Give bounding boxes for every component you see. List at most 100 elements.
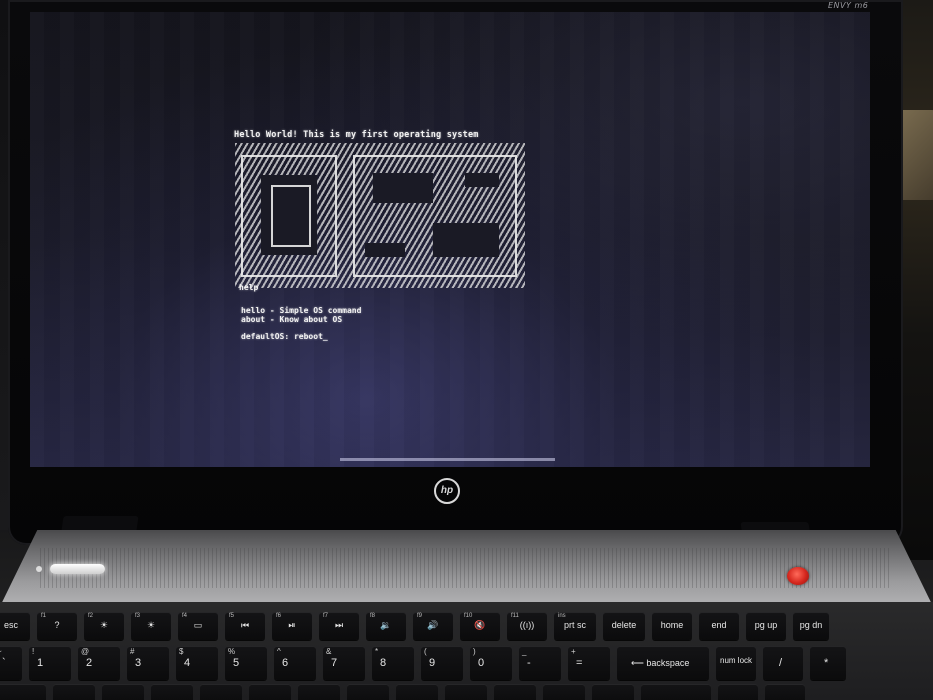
key-label: 2 — [86, 657, 93, 669]
key-equals[interactable]: + = — [568, 646, 610, 680]
key-f3[interactable]: f3 ☀ — [131, 612, 171, 640]
power-button[interactable] — [787, 567, 809, 585]
key-fn-label: f9 — [417, 613, 423, 619]
key-3[interactable]: #3 — [127, 646, 169, 680]
key-label: 1 — [37, 657, 44, 669]
key-i[interactable] — [396, 684, 438, 700]
key-fn-label: f10 — [464, 613, 473, 619]
key-shift-label: * — [375, 647, 379, 656]
key-backspace[interactable]: ⟵ backspace — [617, 646, 709, 680]
key-shift-label: @ — [81, 647, 90, 656]
key-f2[interactable]: f2 ☀ — [84, 612, 124, 640]
key-bracket-right[interactable] — [592, 684, 634, 700]
key-delete[interactable]: delete — [603, 612, 645, 640]
key-end[interactable]: end — [699, 612, 739, 640]
key-shift-label: + — [571, 647, 576, 656]
model-label: ENVY m6 — [828, 1, 869, 10]
key-7[interactable]: & 7 — [323, 646, 365, 680]
speaker-grille — [40, 548, 890, 588]
key-0[interactable]: ) 0 — [470, 646, 512, 680]
function-key-row: esc f1? f2 ☀ f3 ☀ f4 ▭ f5 ⏮ f6 ⏯ f7 ⏭ f8 🔉 f9 🔊 … — [0, 612, 829, 644]
key-shift-label: ~ — [0, 647, 2, 656]
key-fn-label: f8 — [370, 613, 376, 619]
key-f9[interactable]: f9 🔊 — [413, 612, 453, 640]
key-fn-label: f6 — [276, 613, 282, 619]
key-o[interactable] — [445, 684, 487, 700]
key-6[interactable]: ^ 6 — [274, 646, 316, 680]
volume-down-icon: 🔉 — [380, 620, 392, 630]
brightness-down-icon: ☀ — [99, 620, 109, 630]
key-asterisk[interactable]: * — [810, 646, 846, 680]
key-w[interactable] — [102, 684, 144, 700]
brightness-up-icon: ☀ — [146, 620, 156, 630]
key-label: 7 — [331, 657, 338, 669]
key-4[interactable]: $4 — [176, 646, 218, 680]
key-f6[interactable]: f6 ⏯ — [272, 612, 312, 640]
key-bracket-left[interactable] — [543, 684, 585, 700]
key-y[interactable] — [298, 684, 340, 700]
terminal-prompt[interactable]: defaultOS: reboot_ — [241, 332, 328, 341]
key-backtick[interactable]: ~` — [0, 646, 22, 680]
key-f10[interactable]: f10 🔇 — [460, 612, 500, 640]
key-5[interactable]: % 5 — [225, 646, 267, 680]
key-label: 6 — [282, 657, 289, 669]
key-label: = — [576, 657, 583, 669]
key-f4[interactable]: f4 ▭ — [178, 612, 218, 640]
key-label: ? — [54, 620, 60, 630]
key-r[interactable] — [200, 684, 242, 700]
key-u[interactable] — [347, 684, 389, 700]
key-fn-label: f1 — [41, 613, 47, 619]
key-num8[interactable] — [765, 684, 805, 700]
key-tab[interactable] — [0, 684, 46, 700]
key-minus[interactable]: _ - — [519, 646, 561, 680]
key-8[interactable]: * 8 — [372, 646, 414, 680]
terminal-cmd-about: about - Know about OS — [241, 315, 343, 324]
screen-glare — [340, 458, 555, 461]
key-shift-label: & — [326, 647, 332, 656]
key-f7[interactable]: f7 ⏭ — [319, 612, 359, 640]
key-slash[interactable]: / — [763, 646, 803, 680]
key-backslash[interactable] — [641, 684, 711, 700]
key-label: 4 — [184, 657, 191, 669]
key-fn-label: f5 — [229, 613, 235, 619]
key-t[interactable] — [249, 684, 291, 700]
key-pg-dn[interactable]: pg dn — [793, 612, 829, 640]
key-9[interactable]: (9 — [421, 646, 463, 680]
key-2[interactable]: @2 — [78, 646, 120, 680]
power-indicator-light — [50, 564, 105, 574]
key-num7[interactable] — [718, 684, 758, 700]
volume-up-icon: 🔊 — [427, 620, 439, 630]
key-p[interactable] — [494, 684, 536, 700]
key-esc[interactable]: esc — [0, 612, 30, 640]
key-label: ` — [2, 657, 6, 669]
key-shift-label: ( — [424, 647, 427, 656]
key-label: home — [660, 620, 684, 630]
play-pause-icon: ⏯ — [288, 620, 296, 630]
laptop-screen: Hello World! This is my first operating … — [30, 12, 870, 467]
ascii-os-logo — [235, 143, 525, 288]
key-pg-up[interactable]: pg up — [746, 612, 786, 640]
key-f1[interactable]: f1? — [37, 612, 77, 640]
key-label: pg up — [754, 620, 778, 630]
key-label: pg dn — [799, 620, 823, 630]
terminal-help-line: help — [239, 283, 259, 292]
key-label: esc — [3, 620, 18, 630]
key-shift-label: # — [130, 647, 135, 656]
key-prt-sc[interactable]: ins prt sc — [554, 612, 596, 640]
key-f5[interactable]: f5 ⏮ — [225, 612, 265, 640]
key-e[interactable] — [151, 684, 193, 700]
number-key-row: ~` !1 @2 #3 $4 %5 ^6 &7 *8 (9 )0 _- += ⟵… — [0, 646, 846, 680]
key-f8[interactable]: f8 🔉 — [366, 612, 406, 640]
key-label: 3 — [135, 657, 142, 669]
terminal-hello-line: Hello World! This is my first operating … — [234, 130, 479, 140]
key-shift-label: % — [228, 647, 236, 656]
key-home[interactable]: home — [652, 612, 692, 640]
key-f11[interactable]: f11 ((ı)) — [507, 612, 547, 640]
key-num-lock[interactable]: num lock — [716, 646, 756, 680]
key-1[interactable]: ! 1 — [29, 646, 71, 680]
key-q[interactable] — [53, 684, 95, 700]
key-label: 9 — [429, 657, 436, 669]
key-shift-label: _ — [522, 647, 527, 656]
key-shift-label: ) — [473, 647, 476, 656]
key-label: 0 — [478, 657, 485, 669]
